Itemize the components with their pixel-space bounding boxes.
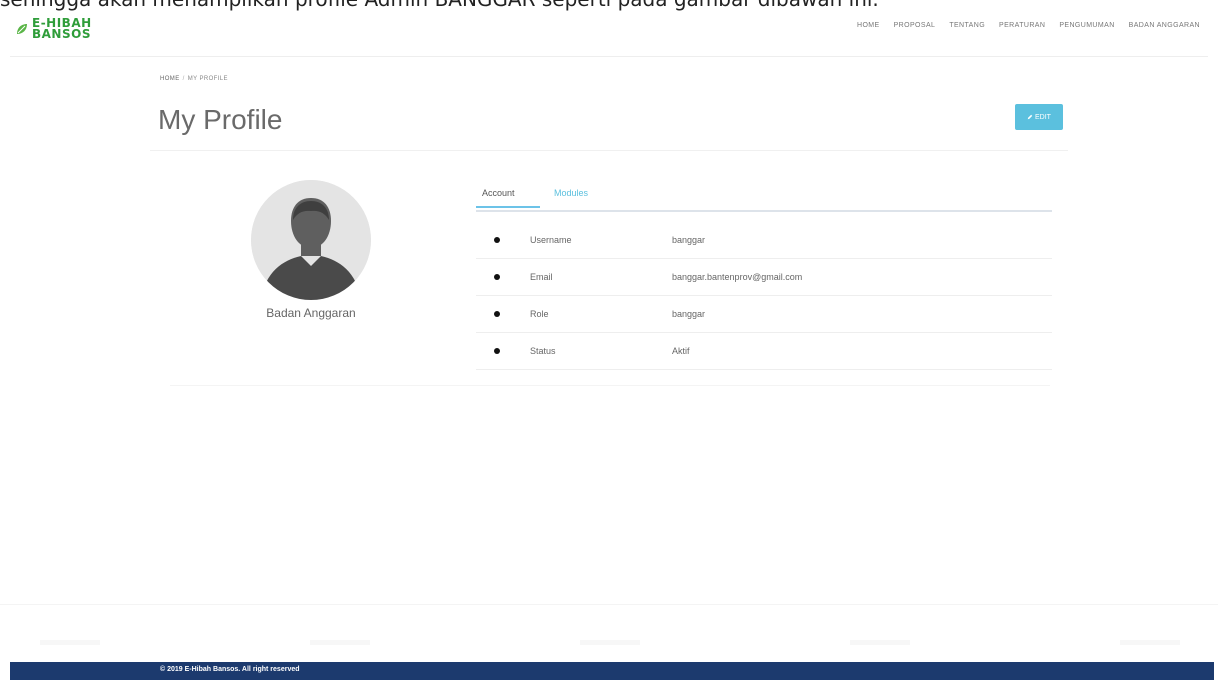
profile-tabs: Account Modules	[476, 186, 1052, 212]
breadcrumb-separator: /	[182, 76, 185, 82]
info-label: Role	[530, 309, 549, 319]
footer-placeholder	[40, 640, 100, 645]
logo-text: E-HIBAH BANSOS	[32, 17, 92, 41]
tab-modules[interactable]: Modules	[554, 186, 588, 208]
document-caption: sehingga akan menampilkan profile Admin …	[0, 0, 1218, 12]
info-label: Status	[530, 346, 556, 356]
info-row-email: Email banggar.bantenprov@gmail.com	[476, 259, 1052, 296]
header-divider	[10, 56, 1208, 57]
account-info-list: Username banggar Email banggar.bantenpro…	[476, 222, 1052, 370]
bullet-icon	[494, 237, 500, 243]
pencil-icon	[1027, 114, 1033, 120]
user-silhouette-icon	[251, 180, 371, 300]
footer-decoration	[40, 636, 1180, 650]
tab-account[interactable]: Account	[476, 186, 540, 208]
page-title: My Profile	[158, 104, 283, 135]
title-divider	[150, 150, 1068, 151]
top-navbar: E-HIBAH BANSOS HOME PROPOSAL TENTANG PER…	[0, 12, 1218, 48]
info-row-status: Status Aktif	[476, 333, 1052, 370]
logo-line2: BANSOS	[32, 27, 91, 41]
info-value: banggar.bantenprov@gmail.com	[672, 272, 803, 282]
content-divider	[170, 385, 1050, 386]
footer-bar: © 2019 E-Hibah Bansos. All right reserve…	[10, 662, 1214, 680]
footer-placeholder	[850, 640, 910, 645]
nav-proposal[interactable]: PROPOSAL	[894, 22, 936, 29]
edit-button[interactable]: EDIT	[1015, 104, 1063, 130]
footer-divider	[0, 604, 1218, 605]
profile-name: Badan Anggaran	[266, 306, 356, 320]
main-nav: HOME PROPOSAL TENTANG PERATURAN PENGUMUM…	[857, 22, 1200, 29]
info-row-role: Role banggar	[476, 296, 1052, 333]
footer-placeholder	[310, 640, 370, 645]
info-value: banggar	[672, 235, 706, 245]
copyright-text: © 2019 E-Hibah Bansos. All right reserve…	[160, 666, 300, 673]
breadcrumb: HOME / MY PROFILE	[160, 76, 228, 82]
leaf-logo-icon	[17, 24, 27, 34]
info-row-username: Username banggar	[476, 222, 1052, 259]
edit-button-label: EDIT	[1035, 113, 1051, 121]
avatar	[251, 180, 371, 300]
bullet-icon	[494, 274, 500, 280]
bullet-icon	[494, 311, 500, 317]
nav-pengumuman[interactable]: PENGUMUMAN	[1059, 22, 1114, 29]
footer-placeholder	[580, 640, 640, 645]
info-value: banggar	[672, 309, 706, 319]
footer-placeholder	[1120, 640, 1180, 645]
breadcrumb-current: MY PROFILE	[187, 76, 228, 82]
nav-badan-anggaran[interactable]: BADAN ANGGARAN	[1129, 22, 1200, 29]
info-label: Username	[530, 235, 572, 245]
nav-home[interactable]: HOME	[857, 22, 880, 29]
info-label: Email	[530, 272, 553, 282]
nav-peraturan[interactable]: PERATURAN	[999, 22, 1045, 29]
bullet-icon	[494, 348, 500, 354]
nav-tentang[interactable]: TENTANG	[949, 22, 985, 29]
breadcrumb-home[interactable]: HOME	[160, 76, 180, 82]
site-logo[interactable]: E-HIBAH BANSOS	[14, 14, 92, 44]
info-value: Aktif	[672, 346, 690, 356]
